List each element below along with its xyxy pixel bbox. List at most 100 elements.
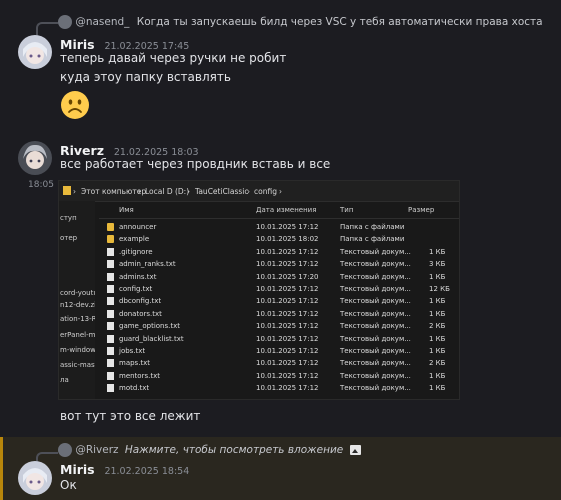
nav-item: assic-mast: [60, 361, 95, 369]
file-date: 10.01.2025 17:12: [256, 247, 319, 256]
file-size: 12 КБ: [429, 285, 450, 293]
file-type: Текстовый докум...: [340, 384, 411, 393]
file-row[interactable]: game_options.txt 10.01.2025 17:12 Текстовы…: [99, 320, 459, 332]
file-row[interactable]: donators.txt 10.01.2025 17:12 Текстовый до…: [99, 308, 459, 320]
nav-item: ation-13-R: [60, 315, 95, 323]
avatar: [58, 15, 72, 29]
mention-edge: [0, 437, 3, 500]
folder-icon: [107, 223, 114, 231]
file-row[interactable]: .gitignore 10.01.2025 17:12 Текстовый доку…: [99, 246, 459, 258]
file-icon: [107, 347, 114, 355]
file-icon: [107, 247, 114, 256]
file-type: Текстовый докум...: [340, 285, 411, 293]
author-name[interactable]: Riverz: [60, 143, 104, 158]
avatar[interactable]: [18, 141, 52, 175]
breadcrumb: ›: [73, 187, 76, 196]
file-size: 1 КБ: [429, 347, 446, 355]
address-bar: › Этот компьютер › Local D (D:) › TauCet…: [59, 181, 459, 202]
folder-icon: [63, 186, 71, 195]
reply-preview[interactable]: @nasend_ Когда ты запускаешь билд через …: [58, 15, 543, 29]
side-timestamp: 18:05: [28, 180, 54, 190]
message-text: теперь давай через ручки не робит: [60, 51, 287, 65]
file-name: example: [119, 235, 150, 244]
file-date: 10.01.2025 17:12: [256, 309, 319, 318]
file-icon: [107, 272, 114, 281]
breadcrumb-item: TauCetiClassic: [195, 187, 249, 196]
file-type: Текстовый докум...: [340, 347, 411, 355]
file-name: admin_ranks.txt: [119, 260, 176, 269]
avatar[interactable]: [18, 461, 52, 495]
author-name[interactable]: Miris: [60, 37, 95, 52]
file-name: donators.txt: [119, 309, 162, 318]
frowning-face-icon: [60, 90, 90, 120]
file-date: 10.01.2025 17:12: [256, 322, 319, 331]
file-size: 2 КБ: [429, 322, 446, 331]
file-icon: [107, 297, 114, 306]
column-size: Размер: [408, 206, 435, 214]
attachment-image[interactable]: › Этот компьютер › Local D (D:) › TauCet…: [58, 180, 460, 400]
nav-item: erPanel-m: [60, 331, 95, 339]
file-type: Текстовый докум...: [340, 359, 411, 368]
file-name: guard_blacklist.txt: [119, 334, 184, 343]
file-date: 10.01.2025 18:02: [256, 235, 319, 244]
image-icon: [349, 445, 361, 455]
file-icon: [107, 322, 114, 331]
file-size: 1 КБ: [429, 247, 446, 256]
file-row[interactable]: motd.txt 10.01.2025 17:12 Текстовый докум.…: [99, 382, 459, 394]
file-date: 10.01.2025 17:12: [256, 297, 319, 306]
column-type: Тип: [340, 206, 354, 214]
file-icon: [107, 334, 114, 343]
file-name: mentors.txt: [119, 371, 160, 380]
file-row[interactable]: example 10.01.2025 18:02 Папка с файлами: [99, 233, 459, 245]
file-date: 10.01.2025 17:12: [256, 371, 319, 380]
file-row[interactable]: dbconfig.txt 10.01.2025 17:12 Текстовый до…: [99, 295, 459, 307]
file-name: config.txt: [119, 285, 153, 293]
file-size: 1 КБ: [429, 309, 446, 318]
author-name[interactable]: Miris: [60, 462, 95, 477]
file-row[interactable]: announcer 10.01.2025 17:12 Папка с файлами: [99, 221, 459, 233]
file-date: 10.01.2025 17:12: [256, 334, 319, 343]
file-type: Текстовый докум...: [340, 247, 411, 256]
file-row[interactable]: maps.txt 10.01.2025 17:12 Текстовый докум.…: [99, 357, 459, 369]
file-name: maps.txt: [119, 359, 151, 368]
nav-item: ступ: [60, 214, 77, 222]
file-row[interactable]: admins.txt 10.01.2025 17:20 Текстовый доку…: [99, 271, 459, 283]
file-type: Текстовый докум...: [340, 322, 411, 331]
file-type: Текстовый докум...: [340, 260, 411, 269]
nav-pane: ступ отер cord-youtu n12-dev.zip ation-1…: [59, 201, 95, 399]
nav-item: отер: [60, 234, 78, 242]
file-name: dbconfig.txt: [119, 297, 162, 306]
breadcrumb-item: Этот компьютер: [81, 187, 147, 196]
message-header: Miris 21.02.2025 17:45: [60, 37, 189, 52]
message-header: Miris 21.02.2025 18:54: [60, 462, 189, 477]
file-type: Текстовый докум...: [340, 371, 411, 380]
file-size: 1 КБ: [429, 384, 446, 393]
file-row[interactable]: guard_blacklist.txt 10.01.2025 17:12 Текст…: [99, 333, 459, 345]
file-name: announcer: [119, 223, 157, 231]
file-type: Текстовый докум...: [340, 297, 411, 306]
file-row[interactable]: jobs.txt 10.01.2025 17:12 Текстовый докум.…: [99, 345, 459, 357]
message-text: все работает через провдник вставь и все: [60, 157, 331, 171]
breadcrumb-item: config: [254, 187, 277, 196]
file-row[interactable]: admin_ranks.txt 10.01.2025 17:12 Текстовый…: [99, 258, 459, 270]
column-date: Дата изменения: [256, 206, 317, 214]
reply-preview[interactable]: @Riverz Нажмите, чтобы посмотреть вложен…: [58, 443, 361, 457]
column-name: Имя: [119, 206, 134, 214]
breadcrumb-item: Local D (D:): [145, 187, 190, 196]
reply-username[interactable]: @nasend_: [75, 16, 129, 28]
file-size: 1 КБ: [429, 297, 446, 306]
file-date: 10.01.2025 17:20: [256, 272, 319, 281]
file-row[interactable]: config.txt 10.01.2025 17:12 Текстовый доку…: [99, 283, 459, 295]
file-name: jobs.txt: [119, 347, 146, 355]
nav-item: m-window: [60, 346, 95, 354]
reply-username[interactable]: @Riverz: [75, 444, 118, 456]
file-date: 10.01.2025 17:12: [256, 285, 319, 293]
reply-connector: [36, 22, 58, 36]
message-header: Riverz 21.02.2025 18:03: [60, 143, 199, 158]
file-row[interactable]: mentors.txt 10.01.2025 17:12 Текстовый док…: [99, 370, 459, 382]
file-icon: [107, 309, 114, 318]
file-date: 10.01.2025 17:12: [256, 384, 319, 393]
avatar[interactable]: [18, 35, 52, 69]
message-text: вот тут это все лежит: [60, 409, 201, 423]
file-type: Текстовый докум...: [340, 272, 411, 281]
